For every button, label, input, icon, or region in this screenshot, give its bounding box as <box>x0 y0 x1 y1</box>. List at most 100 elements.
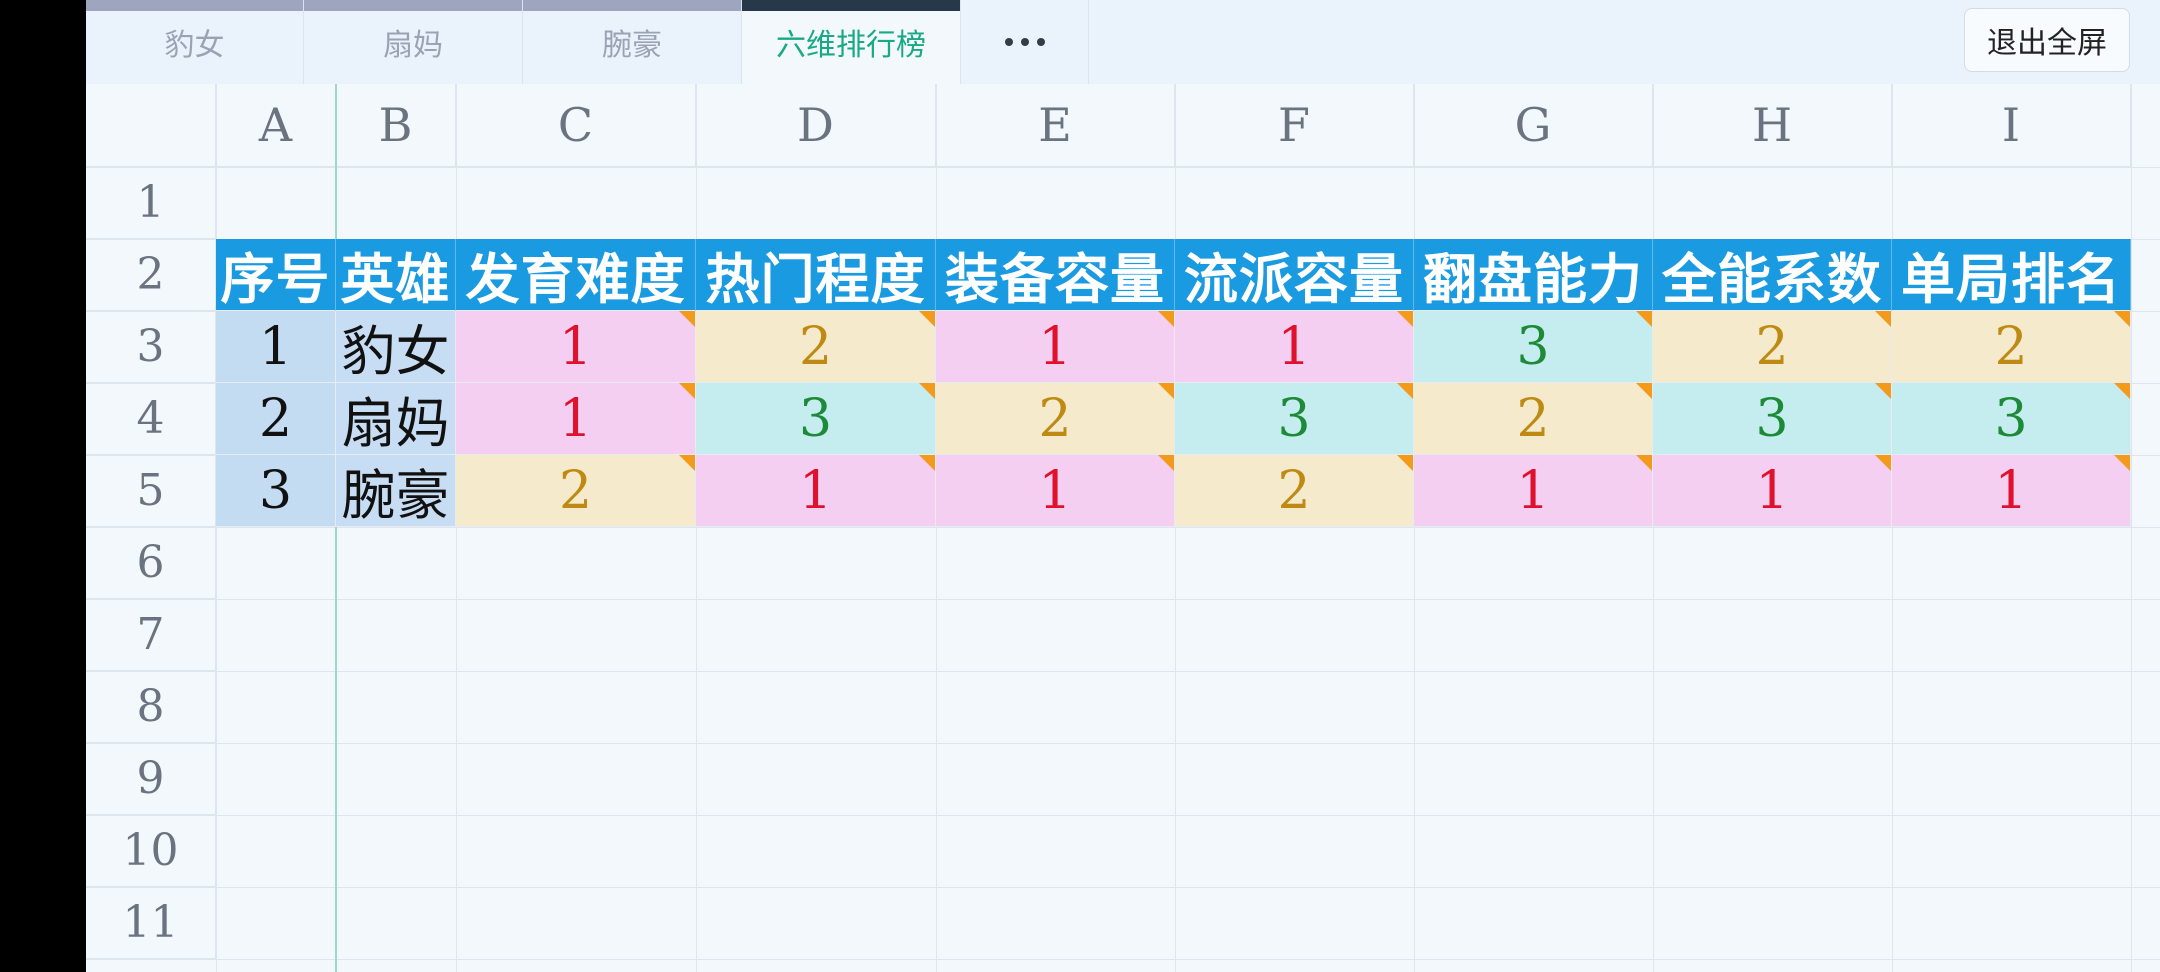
row-header-6[interactable]: 6 <box>86 527 216 599</box>
exit-fullscreen-button[interactable]: 退出全屏 <box>1964 8 2130 72</box>
column-header-d[interactable]: D <box>696 84 936 167</box>
tab-sheet-3[interactable]: 腕豪 <box>523 0 742 84</box>
comment-indicator-icon <box>1875 383 1891 399</box>
rating-cell[interactable]: 1 <box>1892 455 2131 527</box>
hero-name-cell[interactable]: 腕豪 <box>336 455 456 527</box>
column-header-e[interactable]: E <box>936 84 1175 167</box>
comment-indicator-icon <box>919 455 935 471</box>
rating-value: 2 <box>1277 460 1311 521</box>
index-cell[interactable]: 2 <box>216 383 336 455</box>
row-header-11[interactable]: 11 <box>86 887 216 959</box>
table-header-cell[interactable]: 全能系数 <box>1653 239 1892 311</box>
grid-line-vertical <box>456 84 457 972</box>
row-header-9[interactable]: 9 <box>86 743 216 815</box>
rating-cell[interactable]: 3 <box>1175 383 1414 455</box>
rating-value: 1 <box>1277 316 1311 377</box>
column-header-b[interactable]: B <box>336 84 456 167</box>
grid-line-vertical <box>696 84 697 972</box>
rating-cell[interactable]: 3 <box>1653 383 1892 455</box>
grid-line-vertical <box>936 84 937 972</box>
table-header-cell[interactable]: 热门程度 <box>696 239 936 311</box>
row-header-5[interactable]: 5 <box>86 455 216 527</box>
grid-line-horizontal <box>86 887 2160 888</box>
rating-cell[interactable]: 1 <box>1653 455 1892 527</box>
rating-value: 2 <box>1516 388 1550 449</box>
rating-cell[interactable]: 2 <box>1414 383 1653 455</box>
freeze-pane-divider <box>335 84 337 972</box>
table-header-cell[interactable]: 发育难度 <box>456 239 696 311</box>
comment-indicator-icon <box>919 383 935 399</box>
table-header-cell[interactable]: 序号 <box>216 239 336 311</box>
column-header-i[interactable]: I <box>1892 84 2131 167</box>
table-header-cell[interactable]: 翻盘能力 <box>1414 239 1653 311</box>
grid-line-horizontal <box>86 815 2160 816</box>
hero-name-cell[interactable]: 豹女 <box>336 311 456 383</box>
rating-value: 1 <box>1038 316 1072 377</box>
tab-sheet-4[interactable]: 六维排行榜 <box>742 0 961 84</box>
row-header-7[interactable]: 7 <box>86 599 216 671</box>
index-cell[interactable]: 3 <box>216 455 336 527</box>
row-header-3[interactable]: 3 <box>86 311 216 383</box>
rating-cell[interactable]: 2 <box>1653 311 1892 383</box>
comment-indicator-icon <box>1875 455 1891 471</box>
comment-indicator-icon <box>1397 311 1413 327</box>
grid-line-vertical <box>1653 84 1654 972</box>
rating-cell[interactable]: 1 <box>456 311 696 383</box>
table-header-cell[interactable]: 装备容量 <box>936 239 1175 311</box>
hero-name-cell[interactable]: 扇妈 <box>336 383 456 455</box>
row-header-8[interactable]: 8 <box>86 671 216 743</box>
more-tabs-button[interactable] <box>961 0 1089 84</box>
rating-value: 1 <box>1994 460 2028 521</box>
comment-indicator-icon <box>1158 311 1174 327</box>
table-header-cell[interactable]: 英雄 <box>336 239 456 311</box>
rating-cell[interactable]: 1 <box>456 383 696 455</box>
tab-sheet-1[interactable]: 豹女 <box>86 0 304 84</box>
rating-value: 2 <box>798 316 833 377</box>
row-header-10[interactable]: 10 <box>86 815 216 887</box>
column-header-g[interactable]: G <box>1414 84 1653 167</box>
index-cell[interactable]: 1 <box>216 311 336 383</box>
grid-line-horizontal <box>86 959 2160 960</box>
row-header-1[interactable]: 1 <box>86 167 216 239</box>
grid-line-horizontal <box>86 671 2160 672</box>
rating-cell[interactable]: 3 <box>696 383 936 455</box>
grid-line-horizontal <box>86 599 2160 600</box>
rating-value: 1 <box>1516 460 1550 521</box>
select-all-corner[interactable] <box>86 84 216 167</box>
rating-cell[interactable]: 1 <box>696 455 936 527</box>
tab-sheet-2[interactable]: 扇妈 <box>304 0 523 84</box>
table-header-cell[interactable]: 流派容量 <box>1175 239 1414 311</box>
rating-value: 1 <box>558 388 593 449</box>
rating-cell[interactable]: 1 <box>936 455 1175 527</box>
rating-value: 2 <box>558 460 593 521</box>
rating-cell[interactable]: 1 <box>1414 455 1653 527</box>
spreadsheet-app: 豹女 扇妈 腕豪 六维排行榜 退出全屏 A B C D E F G H I 1 2 3 4 5 6 7 8 9 10… <box>86 0 2160 972</box>
rating-cell[interactable]: 1 <box>936 311 1175 383</box>
comment-indicator-icon <box>1397 455 1413 471</box>
rating-value: 1 <box>1755 460 1789 521</box>
column-header-h[interactable]: H <box>1653 84 1892 167</box>
table-header-cell[interactable]: 单局排名 <box>1892 239 2131 311</box>
rating-cell[interactable]: 2 <box>456 455 696 527</box>
rating-value: 3 <box>1755 388 1789 449</box>
column-header-f[interactable]: F <box>1175 84 1414 167</box>
comment-indicator-icon <box>2114 311 2130 327</box>
comment-indicator-icon <box>1636 455 1652 471</box>
comment-indicator-icon <box>2114 383 2130 399</box>
comment-indicator-icon <box>1397 383 1413 399</box>
rating-cell[interactable]: 1 <box>1175 311 1414 383</box>
column-header-c[interactable]: C <box>456 84 696 167</box>
rating-cell[interactable]: 2 <box>696 311 936 383</box>
rating-cell[interactable]: 2 <box>1175 455 1414 527</box>
comment-indicator-icon <box>2114 455 2130 471</box>
row-header-4[interactable]: 4 <box>86 383 216 455</box>
rating-cell[interactable]: 3 <box>1892 383 2131 455</box>
rating-cell[interactable]: 2 <box>936 383 1175 455</box>
grid-line-vertical <box>2131 84 2132 972</box>
row-header-2[interactable]: 2 <box>86 239 216 311</box>
rating-cell[interactable]: 3 <box>1414 311 1653 383</box>
sheet-grid[interactable]: A B C D E F G H I 1 2 3 4 5 6 7 8 9 10 11 序号 英雄 发育难度 热门程度 装备容量 流派… <box>86 84 2160 972</box>
rating-value: 3 <box>1516 316 1550 377</box>
column-header-a[interactable]: A <box>216 84 336 167</box>
rating-cell[interactable]: 2 <box>1892 311 2131 383</box>
